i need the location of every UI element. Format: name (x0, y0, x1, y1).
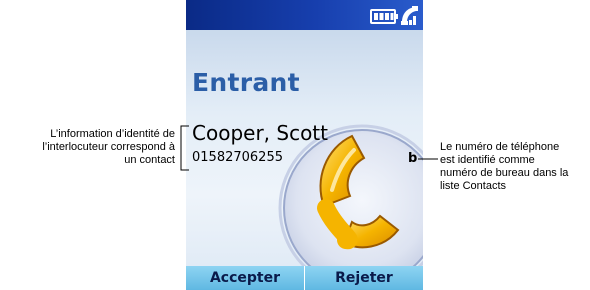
phone-handset-icon (278, 124, 423, 266)
callout-line: est identifié comme (440, 154, 535, 166)
softkey-bar: Accepter Rejeter (186, 266, 423, 290)
callout-line: L’information d’identité de (50, 128, 175, 140)
status-bar (186, 0, 423, 30)
callout-line: numéro de bureau dans la (440, 167, 569, 179)
caller-number: 01582706255 (192, 150, 283, 165)
accept-button[interactable]: Accepter (186, 266, 304, 290)
incoming-call-screen: Entrant Cooper, Scott 01582706255 b (186, 30, 423, 266)
number-type-badge: b (408, 151, 418, 166)
battery-icon (370, 9, 398, 24)
callout-line: un contact (124, 154, 175, 166)
callout-caller-identity: L’information d’identité de l’interlocut… (12, 128, 175, 167)
callout-line: liste Contacts (440, 180, 507, 192)
caller-name: Cooper, Scott (192, 121, 328, 145)
callout-line: Le numéro de téléphone (440, 141, 560, 153)
call-status-title: Entrant (192, 68, 300, 97)
phone-signal-icon (401, 6, 418, 25)
reject-button[interactable]: Rejeter (304, 266, 423, 290)
callout-number-type: Le numéro de téléphone est identifié com… (440, 141, 590, 193)
status-icons (369, 4, 419, 33)
phone-screen: Entrant Cooper, Scott 01582706255 b Acce… (186, 0, 423, 290)
callout-line: l’interlocuteur correspond à (42, 141, 175, 153)
